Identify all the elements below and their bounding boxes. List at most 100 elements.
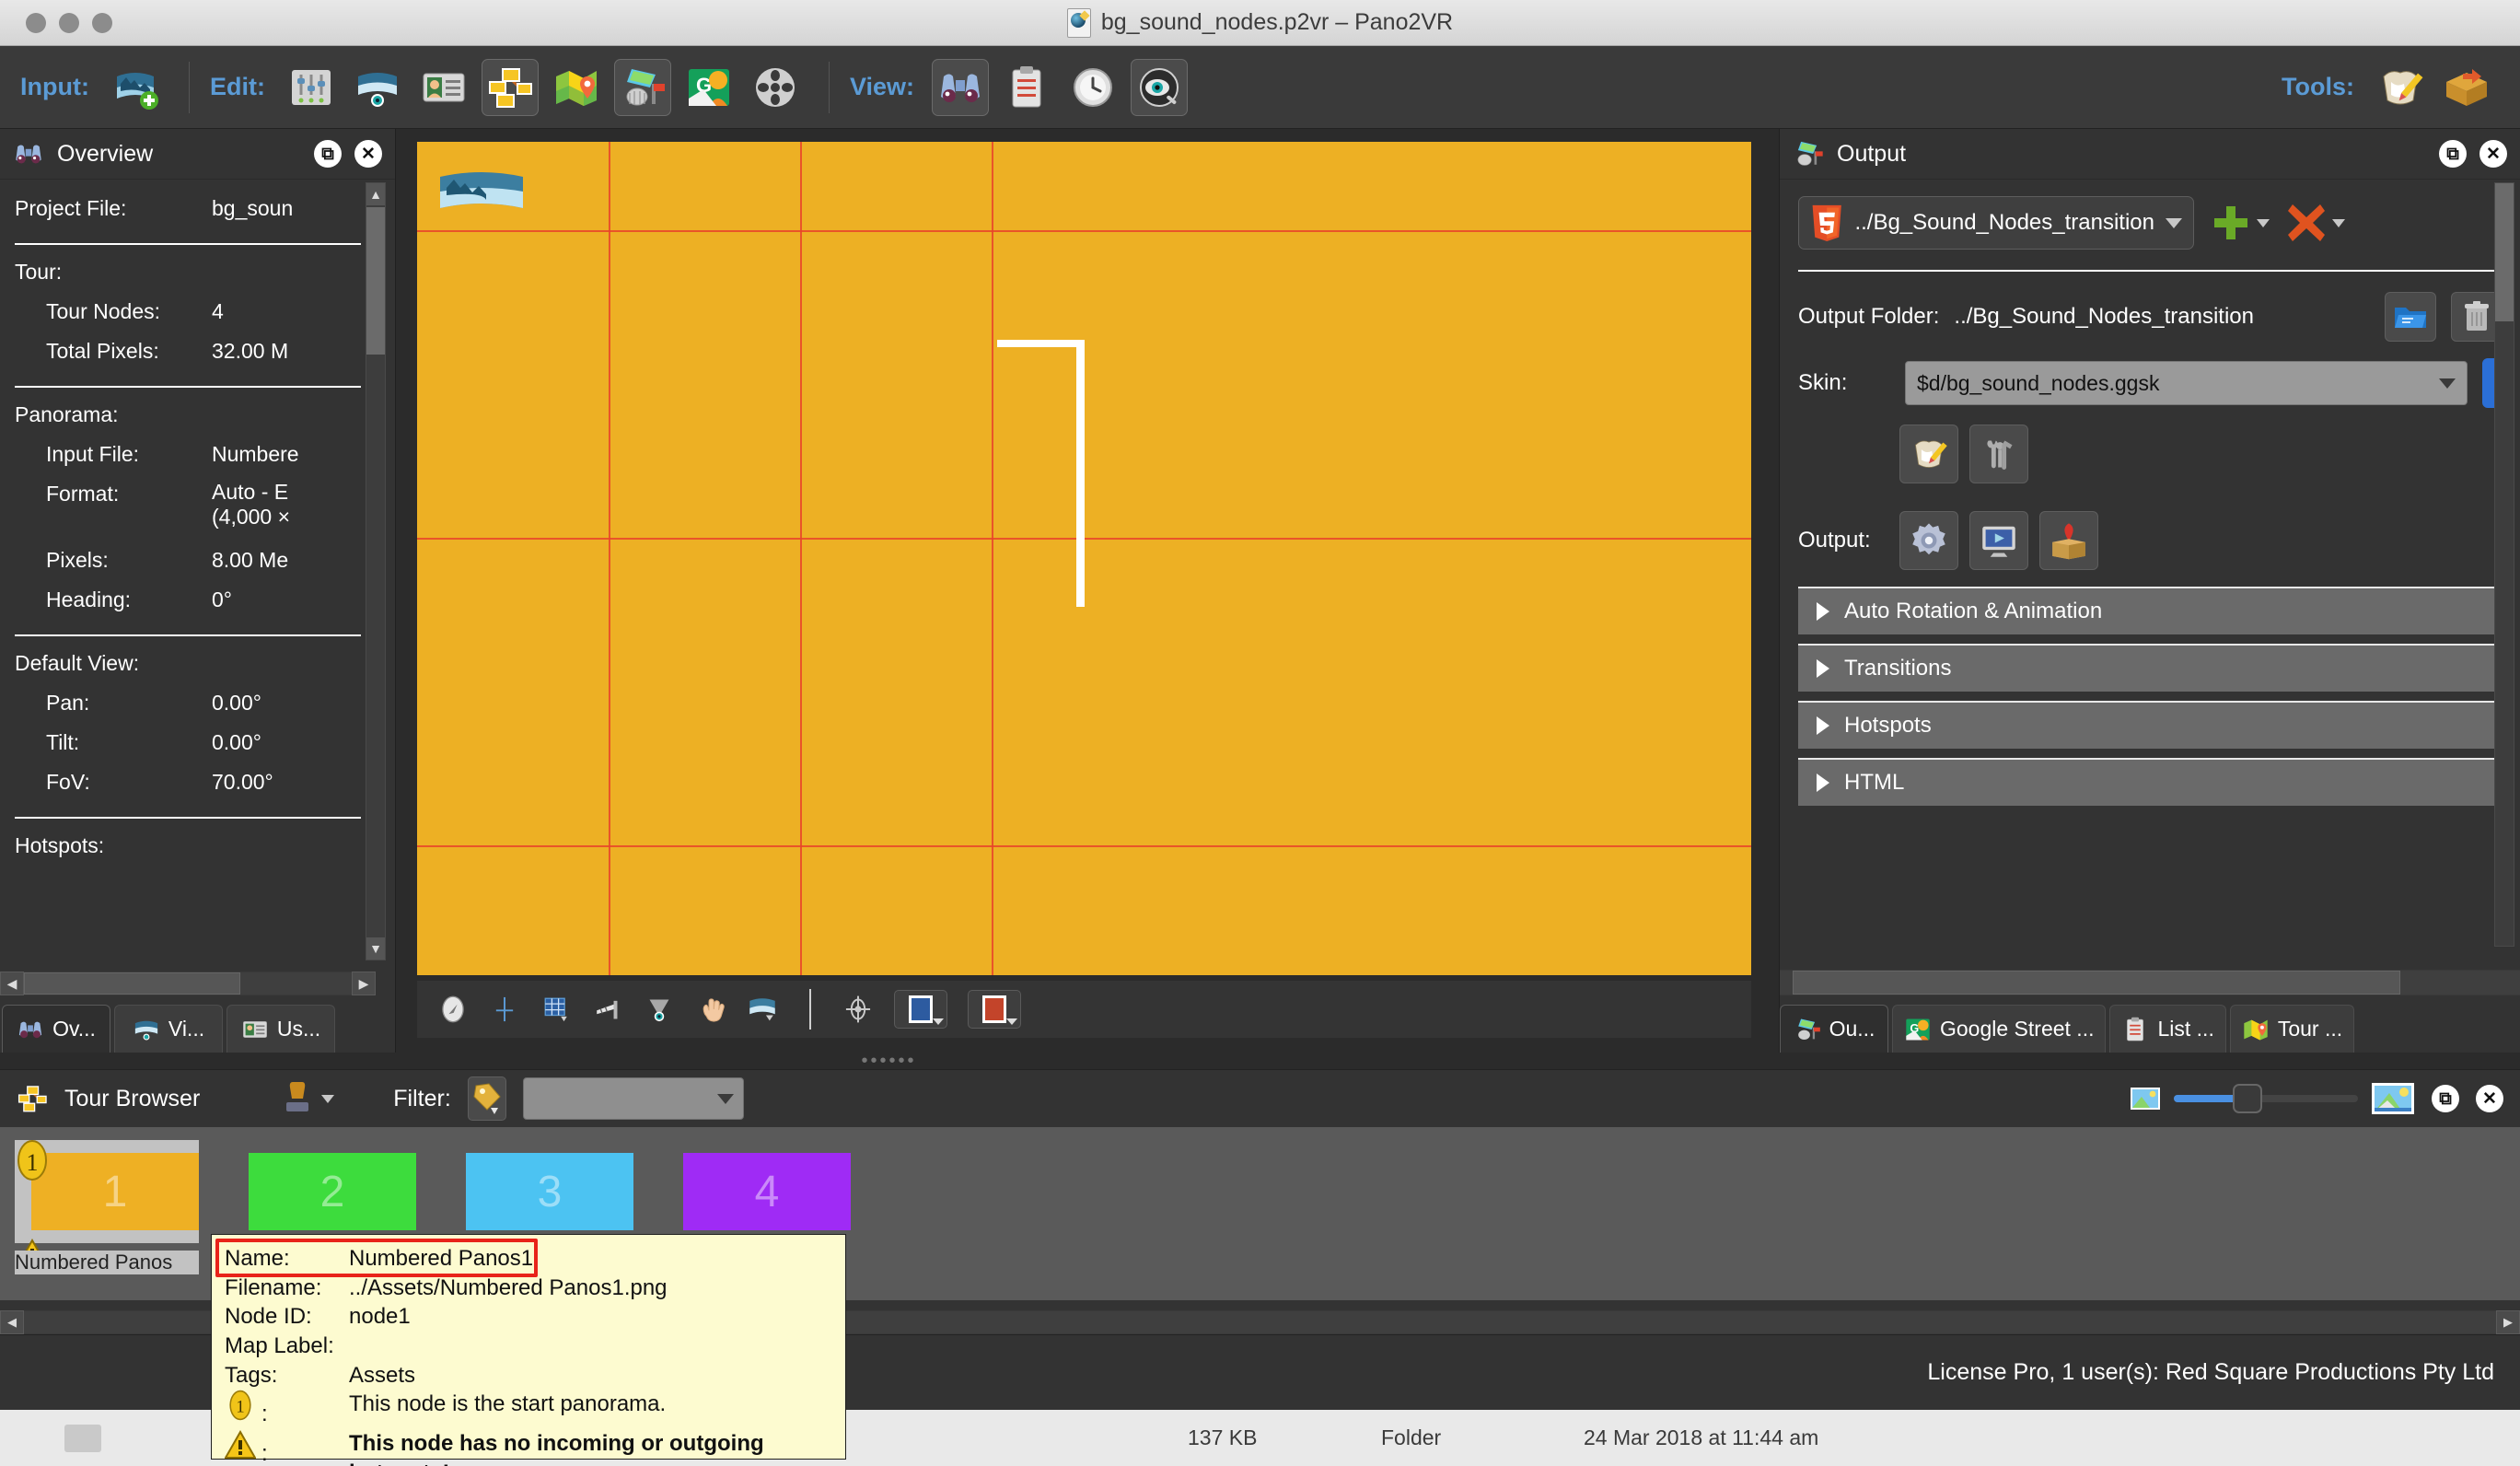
overview-row-value: bg_soun xyxy=(212,196,294,220)
scrollbar-thumb[interactable] xyxy=(1793,971,2400,995)
undock-icon[interactable]: ⧉ xyxy=(2432,1085,2459,1112)
list-view-button[interactable] xyxy=(998,59,1055,116)
edit-skin-button[interactable] xyxy=(1899,425,1958,483)
output-tab-3[interactable]: Tour ... xyxy=(2229,1005,2355,1053)
publish-package-button[interactable] xyxy=(2438,59,2495,116)
overview-tab-2[interactable]: Us... xyxy=(226,1005,335,1053)
tooltip-row-colon: : xyxy=(261,1402,268,1427)
undock-icon[interactable]: ⧉ xyxy=(314,140,342,168)
stamp-tool-icon[interactable] xyxy=(281,1078,314,1119)
overview-vertical-scrollbar[interactable]: ▲ ▼ xyxy=(366,182,386,960)
film-reel-button[interactable] xyxy=(747,59,804,116)
adjust-sliders-button[interactable] xyxy=(283,59,340,116)
output-section-0[interactable]: Auto Rotation & Animation xyxy=(1798,587,2503,634)
compass-icon[interactable] xyxy=(437,994,469,1025)
stroke-color-button[interactable] xyxy=(968,990,1021,1029)
add-output-button[interactable] xyxy=(2209,201,2270,245)
overview-tab-1[interactable]: Vi... xyxy=(114,1005,223,1053)
output-button[interactable] xyxy=(613,58,671,116)
output-vertical-scrollbar[interactable] xyxy=(2494,182,2514,947)
chevron-down-icon[interactable] xyxy=(321,1094,335,1103)
output-tab-1[interactable]: G Google Street ... xyxy=(1892,1005,2107,1053)
scrollbar-thumb[interactable] xyxy=(24,972,240,995)
section-label: HTML xyxy=(1844,770,1905,795)
output-section-3[interactable]: HTML xyxy=(1798,758,2503,806)
small-thumbnail-icon[interactable] xyxy=(2130,1087,2161,1111)
history-button[interactable] xyxy=(1064,59,1121,116)
crosshair-icon[interactable] xyxy=(489,994,520,1025)
output-tab-0[interactable]: Ou... xyxy=(1780,1005,1888,1053)
toolbar-tools-label: Tools: xyxy=(2282,73,2354,100)
node-thumbnail[interactable]: 2 xyxy=(232,1140,416,1243)
minimize-window-button[interactable] xyxy=(59,12,79,33)
expand-triangle-icon xyxy=(1817,659,1829,678)
tour-node-item[interactable]: 4anos4 xyxy=(667,1140,851,1274)
overview-tab-0[interactable]: Ov... xyxy=(2,1005,110,1053)
overview-horizontal-scrollbar[interactable]: ◀ ▶ xyxy=(0,972,376,995)
open-folder-button[interactable] xyxy=(2385,292,2436,342)
scroll-down-icon[interactable]: ▼ xyxy=(366,937,385,960)
tour-node-item[interactable]: 3 xyxy=(449,1140,633,1243)
close-icon[interactable]: ✕ xyxy=(354,140,382,168)
horizon-level-icon[interactable] xyxy=(592,994,623,1025)
output-settings-button[interactable] xyxy=(1899,511,1958,570)
map-pin-button[interactable] xyxy=(548,59,605,116)
filter-tag-button[interactable] xyxy=(467,1076,506,1121)
settings-gear-icon xyxy=(1912,523,1945,555)
skin-editor-button[interactable] xyxy=(2372,59,2429,116)
scrollbar-thumb[interactable] xyxy=(2495,183,2514,321)
overview-view-button[interactable] xyxy=(932,58,989,116)
node-thumbnail[interactable]: 4 xyxy=(667,1140,851,1243)
scroll-left-icon[interactable]: ◀ xyxy=(0,972,24,995)
close-icon[interactable]: ✕ xyxy=(2476,1085,2503,1112)
viewer-canvas[interactable] xyxy=(417,142,1751,975)
grid-icon[interactable] xyxy=(540,994,572,1025)
scrollbar-thumb[interactable] xyxy=(366,207,385,355)
pan-hand-icon[interactable] xyxy=(695,994,726,1025)
close-window-button[interactable] xyxy=(26,12,46,33)
tour-map-button[interactable] xyxy=(481,58,539,116)
preview-button[interactable] xyxy=(1131,58,1188,116)
preview-output-button[interactable] xyxy=(1969,511,2028,570)
output-tab-2[interactable]: List ... xyxy=(2109,1005,2226,1053)
scroll-up-icon[interactable]: ▲ xyxy=(366,183,385,205)
panorama-warp-icon[interactable] xyxy=(747,994,778,1025)
output-horizontal-scrollbar[interactable] xyxy=(1780,970,2520,995)
scroll-left-icon[interactable]: ◀ xyxy=(0,1310,24,1334)
viewpoint-cone-icon[interactable] xyxy=(644,994,675,1025)
output-section-1[interactable]: Transitions xyxy=(1798,644,2503,692)
undock-icon[interactable]: ⧉ xyxy=(2439,140,2467,168)
remove-output-button[interactable] xyxy=(2284,201,2345,245)
scroll-right-icon[interactable]: ▶ xyxy=(352,972,376,995)
panorama-node-icon[interactable] xyxy=(437,166,526,219)
window-traffic-lights[interactable] xyxy=(26,12,112,33)
add-panorama-button[interactable] xyxy=(107,59,164,116)
skin-tools-button[interactable] xyxy=(1969,425,2028,483)
node-thumbnail[interactable]: 3 xyxy=(449,1140,633,1243)
panorama-viewparams-button[interactable] xyxy=(349,59,406,116)
slider-knob[interactable] xyxy=(2233,1084,2262,1113)
google-street-view-button[interactable]: G xyxy=(680,59,737,116)
close-icon[interactable]: ✕ xyxy=(2479,140,2507,168)
scroll-right-icon[interactable]: ▶ xyxy=(2496,1310,2520,1334)
thumbnail-size-slider[interactable] xyxy=(2174,1084,2358,1113)
output-section-2[interactable]: Hotspots xyxy=(1798,701,2503,749)
zoom-window-button[interactable] xyxy=(92,12,112,33)
user-data-button[interactable] xyxy=(415,59,472,116)
target-center-icon[interactable] xyxy=(842,994,874,1025)
output-format-selector[interactable]: ../Bg_Sound_Nodes_transition xyxy=(1798,196,2194,250)
filter-input[interactable] xyxy=(522,1077,744,1120)
panel-resize-grip[interactable]: •••••• xyxy=(0,1051,1778,1071)
skin-input[interactable]: $d/bg_sound_nodes.ggsk xyxy=(1905,361,2468,405)
fill-color-button[interactable] xyxy=(894,990,947,1029)
large-thumbnail-icon[interactable] xyxy=(2371,1082,2415,1115)
tour-node-item[interactable]: 2 xyxy=(232,1140,416,1243)
publish-output-button[interactable] xyxy=(2039,511,2098,570)
overview-row-label: Tour Nodes: xyxy=(46,299,161,323)
tour-node-item[interactable]: 1 1 Numbered Panos xyxy=(15,1140,199,1274)
scrollbar-track[interactable] xyxy=(1780,971,2520,995)
panorama-image[interactable] xyxy=(417,142,1751,975)
node-thumbnail[interactable]: 11 xyxy=(15,1140,199,1267)
scrollbar-track[interactable] xyxy=(24,972,352,995)
tab-label: Tour ... xyxy=(2277,1017,2343,1041)
